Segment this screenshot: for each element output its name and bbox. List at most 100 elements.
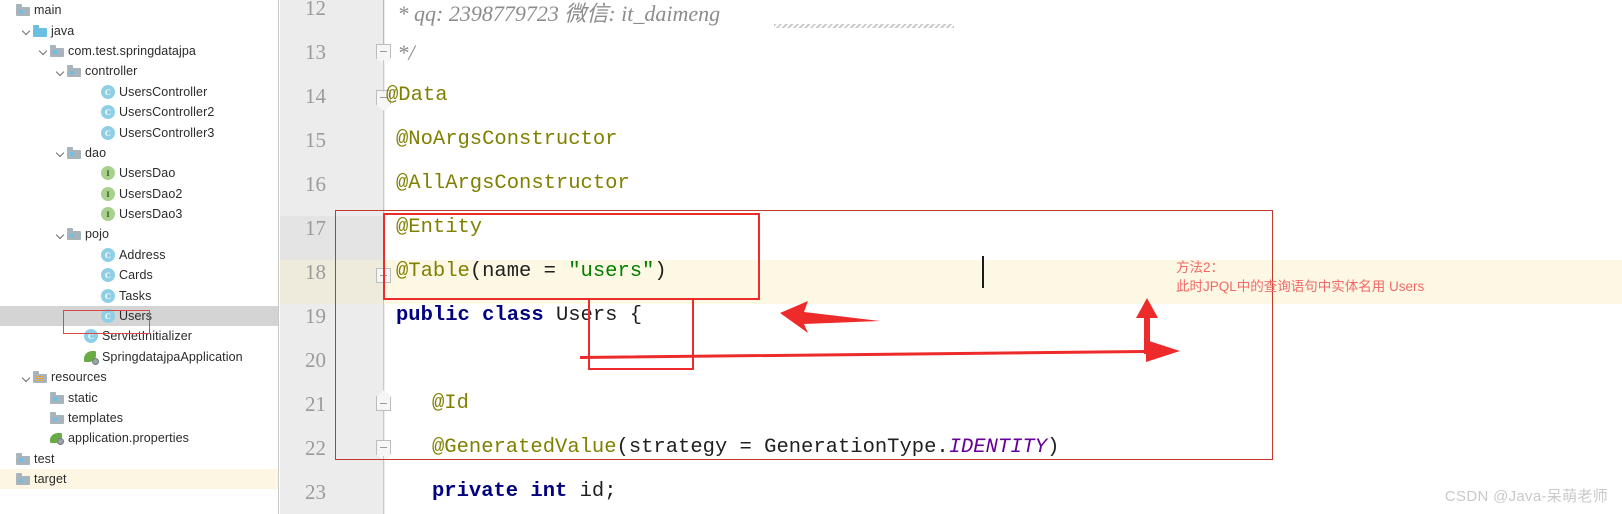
fold-marker-line22[interactable] bbox=[376, 440, 391, 455]
spring-boot-icon bbox=[84, 350, 99, 365]
tree-item-label: templates bbox=[68, 411, 124, 425]
fold-line-21-22 bbox=[383, 412, 385, 440]
tree-item-label: target bbox=[34, 472, 67, 487]
tree-item-pojo[interactable]: pojo bbox=[0, 224, 278, 244]
fold-marker-line21[interactable] bbox=[376, 396, 391, 411]
code-line-21[interactable]: @Id bbox=[432, 392, 469, 415]
java-class-icon: C bbox=[84, 329, 98, 344]
tree-item-userscontroller[interactable]: C UsersController bbox=[0, 82, 278, 102]
tree-item-label: UsersDao2 bbox=[119, 186, 183, 201]
tree-item-tasks[interactable]: C Tasks bbox=[0, 285, 278, 305]
code-line-22[interactable]: @GeneratedValue(strategy = GenerationTyp… bbox=[432, 436, 1059, 459]
package-icon bbox=[67, 65, 81, 78]
tree-item-label: ServletInitializer bbox=[102, 329, 193, 344]
line-number: 13 bbox=[305, 40, 326, 64]
tree-item-label: com.test.springdatajpa bbox=[68, 43, 196, 58]
fold-marker-line18[interactable] bbox=[376, 268, 391, 283]
project-tree-sidebar[interactable]: main java com.test.springdatajpa controller… bbox=[0, 0, 279, 514]
up-pointing-arrow bbox=[1136, 298, 1158, 354]
tree-item-resources[interactable]: resources bbox=[0, 367, 278, 387]
tree-item-com-test-springdatajpa[interactable]: com.test.springdatajpa bbox=[0, 41, 278, 61]
chevron-down-icon[interactable] bbox=[55, 66, 66, 77]
chevron-down-icon[interactable] bbox=[21, 372, 32, 383]
java-class-icon: C bbox=[101, 84, 115, 99]
spellcheck-squiggle bbox=[774, 24, 954, 28]
folder-icon bbox=[50, 412, 64, 424]
chevron-down-icon[interactable] bbox=[55, 147, 66, 158]
code-line-12[interactable]: * qq: 2398779723 微信: it_daimeng bbox=[392, 0, 721, 28]
open-brace-token: { bbox=[617, 304, 643, 327]
paren-open-token: ( bbox=[469, 260, 483, 283]
annotation-note-line1: 方法2： bbox=[1176, 260, 1225, 275]
id-field-token: id; bbox=[579, 480, 617, 503]
tree-item-usersdao[interactable]: I UsersDao bbox=[0, 163, 278, 183]
tree-item-main[interactable]: main bbox=[0, 0, 278, 20]
tree-item-usersdao3[interactable]: I UsersDao3 bbox=[0, 204, 278, 224]
outer-annotation-box bbox=[335, 210, 1273, 460]
name-attr-token: name bbox=[482, 260, 532, 283]
code-editor[interactable]: 12 13 14 15 16 17 18 19 20 21 22 23 * qq: 239877972… bbox=[280, 0, 1622, 514]
tree-item-usersdao2[interactable]: I UsersDao2 bbox=[0, 184, 278, 204]
tree-item-dao[interactable]: dao bbox=[0, 143, 278, 163]
tree-item-label: main bbox=[34, 3, 62, 18]
tree-item-static[interactable]: static bbox=[0, 387, 278, 407]
project-tree-list[interactable]: main java com.test.springdatajpa controller… bbox=[0, 0, 278, 490]
code-line-18[interactable]: @Table(name = "users") bbox=[396, 260, 667, 283]
tree-item-userscontroller3[interactable]: C UsersController3 bbox=[0, 122, 278, 142]
table-annotation-token: @Table bbox=[396, 260, 470, 283]
code-line-19[interactable]: public class Users { bbox=[396, 304, 642, 327]
tree-item-label: controller bbox=[85, 64, 138, 79]
code-line-13[interactable]: */ bbox=[392, 40, 415, 66]
tree-item-application-properties[interactable]: application.properties bbox=[0, 428, 278, 448]
csdn-watermark: CSDN @Java-呆萌老师 bbox=[1444, 488, 1608, 505]
paren-close-token: ) bbox=[654, 260, 667, 283]
package-icon bbox=[67, 146, 81, 159]
line-number: 12 bbox=[305, 0, 326, 20]
chevron-down-icon[interactable] bbox=[55, 229, 66, 240]
line-number: 17 bbox=[305, 216, 326, 240]
private-int-keyword: private int bbox=[432, 480, 580, 503]
line-number: 16 bbox=[305, 172, 326, 196]
line-number: 19 bbox=[305, 304, 326, 328]
tree-item-userscontroller2[interactable]: C UsersController2 bbox=[0, 102, 278, 122]
folder-icon bbox=[16, 452, 30, 465]
folder-icon bbox=[50, 391, 64, 404]
close-paren-token: ) bbox=[1047, 436, 1060, 459]
chevron-down-icon[interactable] bbox=[38, 45, 49, 56]
fold-marker-line13[interactable] bbox=[376, 44, 391, 59]
tree-item-templates[interactable]: templates bbox=[0, 408, 278, 428]
tree-item-users[interactable]: C Users bbox=[0, 305, 278, 327]
properties-file-icon bbox=[50, 431, 64, 446]
tree-item-label: dao bbox=[85, 145, 107, 160]
tree-item-cards[interactable]: C Cards bbox=[0, 265, 278, 285]
code-line-23[interactable]: private int id; bbox=[432, 480, 617, 503]
tree-item-java[interactable]: java bbox=[0, 20, 278, 40]
tree-item-label: SpringdatajpaApplication bbox=[102, 349, 243, 364]
tree-item-target[interactable]: target bbox=[0, 468, 278, 490]
chevron-down-icon[interactable] bbox=[21, 25, 32, 36]
generatedvalue-annotation-token: @GeneratedValue bbox=[432, 436, 617, 459]
code-line-16[interactable]: @AllArgsConstructor bbox=[396, 172, 630, 195]
tree-item-servletinitializer[interactable]: C ServletInitializer bbox=[0, 326, 278, 346]
fold-line-top bbox=[383, 0, 385, 44]
line-number: 18 bbox=[305, 260, 326, 284]
java-class-icon: C bbox=[101, 125, 115, 140]
tree-item-springdatajpaapplication[interactable]: SpringdatajpaApplication bbox=[0, 347, 278, 367]
tree-item-address[interactable]: C Address bbox=[0, 245, 278, 265]
code-line-17[interactable]: @Entity bbox=[396, 216, 482, 239]
tree-item-test[interactable]: test bbox=[0, 449, 278, 469]
tree-item-label: UsersController2 bbox=[119, 105, 215, 120]
code-line-14[interactable]: @Data bbox=[386, 84, 448, 107]
line-number: 22 bbox=[305, 436, 326, 460]
tree-item-controller[interactable]: controller bbox=[0, 61, 278, 81]
code-line-15[interactable]: @NoArgsConstructor bbox=[396, 128, 617, 151]
text-caret bbox=[982, 256, 984, 288]
